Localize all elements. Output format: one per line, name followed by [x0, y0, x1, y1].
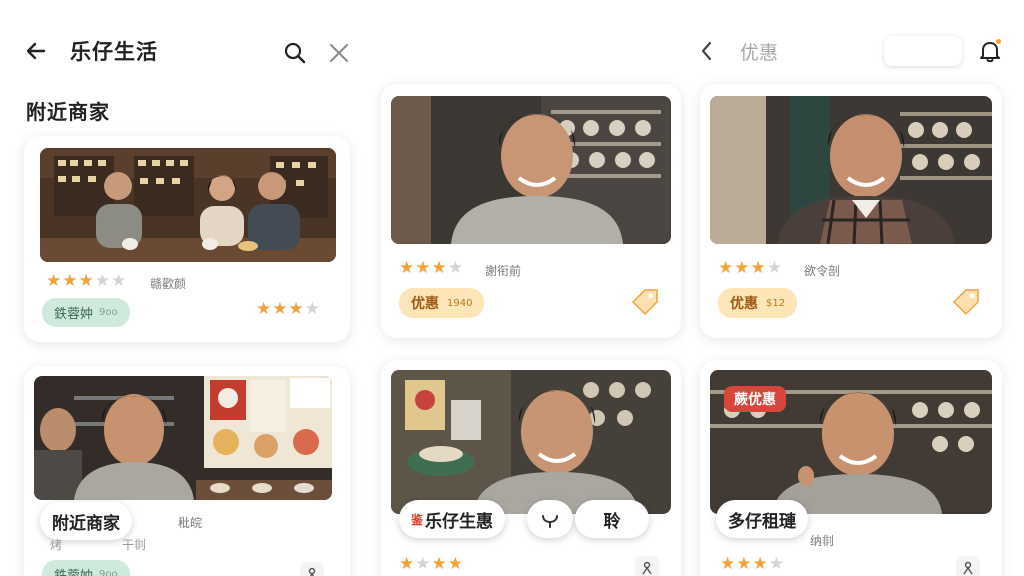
merchant-card[interactable]: 鉴 乐仔生惠 聆 ★ ★ ★ ★ [381, 360, 681, 576]
close-icon[interactable] [326, 40, 352, 66]
chip-sub: 9oo [99, 569, 118, 576]
merchant-meta-tertiary: 干剕 [122, 538, 147, 552]
search-icon[interactable] [282, 40, 308, 66]
merchant-card[interactable]: 蕨优惠 多仔租璉 纳剕 ★ ★ ★ ★ [700, 360, 1002, 576]
rating-stars: ★ ★ ★ ★ [399, 258, 463, 278]
merchant-meta: 欲令剖 [804, 264, 841, 278]
chip-sub: $12 [766, 297, 786, 309]
secondary-title: 优惠 [740, 41, 779, 64]
chip-sub: 1940 [447, 297, 473, 309]
merchant-card[interactable]: ★ ★ ★ ★ 謝衔前 优惠 1940 [381, 84, 681, 338]
rating-stars: ★ ★ ★ ★ ★ [46, 271, 127, 291]
merchant-card[interactable]: 附近商家 秕皖 烤 干剕 鉄蓉妕 9oo [24, 366, 350, 576]
header-right: 优惠 [694, 36, 1004, 66]
bowl-icon [542, 515, 558, 528]
discount-chip[interactable]: 优惠 $12 [718, 288, 798, 318]
chevron-left-icon[interactable] [694, 36, 720, 66]
person-icon [300, 562, 324, 576]
merchant-card[interactable]: ★ ★ ★ ★ ★ 赣歡颜 鉄蓉妕 9oo ★ ★ ★ ★ [24, 136, 350, 342]
merchant-photo [391, 370, 671, 514]
merchant-meta: 秕皖 [178, 516, 203, 530]
merchant-meta: 赣歡颜 [150, 277, 187, 291]
chip-label: 鉄蓉妕 [54, 565, 93, 576]
rating-stars: ★ ★ ★ ★ [720, 554, 784, 574]
category-pill[interactable]: 聆 [575, 500, 649, 538]
discount-chip[interactable]: 优惠 1940 [399, 288, 485, 318]
category-pill[interactable]: 多仔租璉 [716, 500, 808, 538]
merchant-photo [391, 96, 671, 244]
pill-label: 附近商家 [52, 513, 120, 534]
bell-icon[interactable] [976, 36, 1004, 66]
chip-label: 优惠 [411, 296, 439, 312]
merchant-card[interactable]: ★ ★ ★ ★ 欲令剖 优惠 $12 [700, 84, 1002, 338]
chip-label: 优惠 [730, 296, 758, 312]
rating-stars: ★ ★ ★ ★ [718, 258, 782, 278]
merchant-photo [34, 376, 332, 500]
pill-mark: 鉴 [411, 512, 424, 527]
header-tools [282, 40, 352, 66]
discount-badge: 蕨优惠 [724, 386, 786, 412]
merchant-photo [710, 96, 992, 244]
header-left: 乐仔生活 [22, 36, 158, 66]
category-pill[interactable]: 附近商家 [40, 502, 132, 540]
arrow-left-icon[interactable] [22, 37, 50, 65]
search-input[interactable] [884, 36, 962, 66]
pill-label: 聆 [603, 511, 621, 532]
tag-chip[interactable]: 鉄蓉妕 9oo [42, 560, 130, 576]
chip-label: 鉄蓉妕 [54, 307, 94, 322]
merchant-photo [40, 148, 336, 262]
merchant-meta: 纳剕 [810, 534, 835, 548]
pill-label: 多仔租璉 [728, 511, 796, 532]
notification-dot [996, 39, 1001, 44]
category-pill[interactable]: 鉴 乐仔生惠 [399, 500, 506, 538]
section-title: 附近商家 [26, 100, 110, 124]
person-icon [635, 556, 659, 576]
price-tag-icon [627, 284, 661, 318]
bowl-button[interactable] [527, 500, 573, 538]
merchant-meta: 謝衔前 [485, 264, 522, 278]
price-tag-icon [948, 284, 982, 318]
chip-sub: 9oo [99, 307, 118, 318]
rating-stars: ★ ★ ★ ★ [399, 554, 463, 574]
merchant-meta-secondary: 烤 [50, 538, 63, 552]
pill-label: 乐仔生惠 [425, 511, 494, 532]
app-title: 乐仔生活 [70, 40, 158, 64]
person-icon [956, 556, 980, 576]
rating-stars-secondary: ★ ★ ★ ★ [256, 299, 320, 319]
tag-chip[interactable]: 鉄蓉妕 9oo [42, 298, 130, 327]
